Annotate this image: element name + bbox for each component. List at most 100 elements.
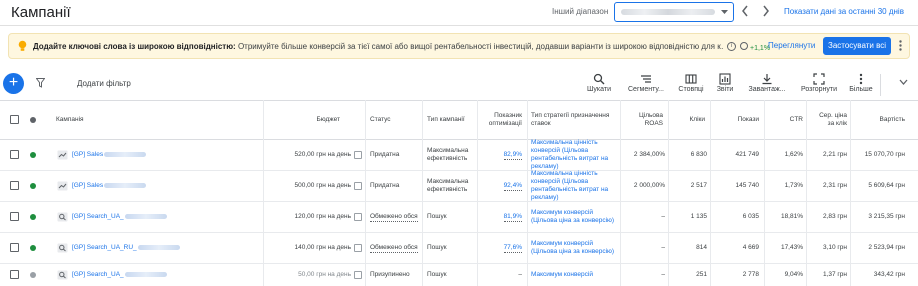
budget-chart-icon[interactable] xyxy=(354,213,362,221)
last-30-days-link[interactable]: Показати дані за останні 30 днів xyxy=(784,7,904,16)
bid-strategy-link[interactable]: Максимум конверсій xyxy=(531,271,593,279)
budget-chart-icon[interactable] xyxy=(354,182,362,190)
table-row[interactable]: [GP] Sales 500,00 грн на день Придатна М… xyxy=(0,170,918,202)
campaign-name-link[interactable]: [GP] Search_UA_ xyxy=(72,213,167,220)
add-filter-button[interactable]: Додати фільтр xyxy=(77,79,131,88)
row-checkbox[interactable] xyxy=(10,212,19,221)
segment-tool-button[interactable]: Сегменту... xyxy=(624,73,668,93)
campaign-name-link[interactable]: [GP] Search_UA_ xyxy=(72,271,167,278)
review-button[interactable]: Переглянути xyxy=(768,41,815,50)
banner-more-button[interactable] xyxy=(899,40,902,54)
impressions-cell: 4 669 xyxy=(742,244,759,251)
budget-cell[interactable]: 520,00 грн на день xyxy=(263,140,365,170)
optimization-score-link[interactable]: 77,6% xyxy=(503,244,522,253)
status-enabled-dot[interactable] xyxy=(30,183,36,189)
ctr-cell: 18,81% xyxy=(780,213,803,220)
campaign-name-link[interactable]: [GP] Search_UA_RU_ xyxy=(72,244,180,251)
column-budget[interactable]: Бюджет xyxy=(263,101,343,139)
add-campaign-button[interactable]: + xyxy=(3,73,24,94)
status-paused-dot[interactable] xyxy=(30,272,36,278)
column-ctr[interactable]: CTR xyxy=(764,101,806,139)
ctr-cell: 1,62% xyxy=(784,151,803,158)
optimization-score-cell[interactable]: 92,4% xyxy=(479,171,525,201)
column-bid-strategy[interactable]: Тип стратегії призначення ставок xyxy=(528,101,618,139)
avg-cpc-cell: 1,37 грн xyxy=(822,271,847,278)
bid-strategy-link[interactable]: Максимальна цінність конверсій (Цільова … xyxy=(531,170,615,202)
search-tool-button[interactable]: Шукати xyxy=(587,73,611,93)
cost-cell: 5 609,64 грн xyxy=(868,182,905,189)
next-period-button[interactable] xyxy=(762,5,770,20)
campaign-name-link[interactable]: [GP] Sales xyxy=(72,151,147,158)
column-target-roas[interactable]: Цільова ROAS xyxy=(622,101,666,139)
segment-icon xyxy=(641,75,651,83)
column-optimization-score[interactable]: Показник оптимізації xyxy=(479,101,525,139)
optimization-score-link[interactable]: 82,9% xyxy=(503,151,522,160)
optimization-score-cell[interactable]: 81,9% xyxy=(479,202,525,232)
optimization-score-cell[interactable]: 77,6% xyxy=(479,233,525,263)
bid-strategy-link[interactable]: Максимум конверсій (Цільова ціна за конв… xyxy=(531,209,615,225)
expand-tool-label: Розгорнути xyxy=(800,86,838,93)
column-campaign-type[interactable]: Тип кампанії xyxy=(424,101,476,139)
budget-cell[interactable]: 50,00 грн на день xyxy=(263,264,365,286)
previous-period-button[interactable] xyxy=(741,5,749,20)
optimization-score-link[interactable]: 81,9% xyxy=(503,213,522,222)
reports-tool-button[interactable]: Звіти xyxy=(713,73,737,93)
download-tool-button[interactable]: Завантаж... xyxy=(745,73,789,93)
budget-cell[interactable]: 140,00 грн на день xyxy=(263,233,365,263)
column-campaign[interactable]: Кампанія xyxy=(53,101,233,139)
expand-tool-button[interactable]: Розгорнути xyxy=(797,73,841,93)
column-cost[interactable]: Вартість xyxy=(852,101,908,139)
status-cell[interactable]: Обмежено обся xyxy=(367,202,422,232)
optimization-score-cell[interactable]: 82,9% xyxy=(479,140,525,170)
bid-strategy-link[interactable]: Максимум конверсій (Цільова ціна за конв… xyxy=(531,240,615,256)
column-avg-cpc[interactable]: Сер. ціна за клік xyxy=(808,101,850,139)
budget-cell[interactable]: 500,00 грн на день xyxy=(263,171,365,201)
status-enabled-dot[interactable] xyxy=(30,245,36,251)
date-range-picker[interactable] xyxy=(614,2,734,22)
apply-all-button[interactable]: Застосувати всі xyxy=(823,37,891,55)
budget-cell[interactable]: 120,00 грн на день xyxy=(263,202,365,232)
table-row[interactable]: [GP] Search_UA_RU_ 140,00 грн на день Об… xyxy=(0,233,918,264)
status-enabled-dot[interactable] xyxy=(30,214,36,220)
cost-cell: 2 523,94 грн xyxy=(868,244,905,251)
table-row[interactable]: [GP] Search_UA_ 120,00 грн на день Обмеж… xyxy=(0,202,918,233)
status-cell[interactable]: Обмежено обся xyxy=(367,233,422,263)
bid-strategy-cell[interactable]: Максимум конверсій xyxy=(528,264,618,286)
ctr-cell: 17,43% xyxy=(780,244,803,251)
column-status[interactable]: Статус xyxy=(367,101,422,139)
status-cell: Придатна xyxy=(370,182,400,189)
row-checkbox[interactable] xyxy=(10,270,19,279)
bid-strategy-cell[interactable]: Максимум конверсій (Цільова ціна за конв… xyxy=(528,233,618,263)
campaign-name: [GP] Search_UA_RU_ xyxy=(72,244,137,251)
column-impressions[interactable]: Покази xyxy=(712,101,762,139)
bid-strategy-link[interactable]: Максимальна цінність конверсій (Цільова … xyxy=(531,139,615,171)
columns-tool-button[interactable]: Стовпці xyxy=(678,73,704,93)
row-checkbox[interactable] xyxy=(10,181,19,190)
status-enabled-dot[interactable] xyxy=(30,152,36,158)
optimization-score-link[interactable]: 92,4% xyxy=(503,182,522,191)
row-checkbox[interactable] xyxy=(10,243,19,252)
budget-chart-icon[interactable] xyxy=(354,244,362,252)
status-limited-text[interactable]: Обмежено обся xyxy=(370,244,418,253)
status-limited-text[interactable]: Обмежено обся xyxy=(370,213,418,222)
more-tool-button[interactable]: Більше xyxy=(847,73,875,93)
redacted-text xyxy=(124,213,167,219)
row-checkbox[interactable] xyxy=(10,150,19,159)
table-row[interactable]: [GP] Sales 520,00 грн на день Придатна М… xyxy=(0,139,918,171)
filter-icon[interactable] xyxy=(36,78,45,88)
column-clicks[interactable]: Кліки xyxy=(670,101,708,139)
download-tool-label: Завантаж... xyxy=(748,86,786,93)
avg-cpc-cell: 3,10 грн xyxy=(822,244,847,251)
campaign-name-link[interactable]: [GP] Sales xyxy=(72,182,147,189)
bid-strategy-cell[interactable]: Максимум конверсій (Цільова ціна за конв… xyxy=(528,202,618,232)
select-all-checkbox[interactable] xyxy=(10,115,19,124)
search-icon xyxy=(593,73,605,85)
bid-strategy-cell[interactable]: Максимальна цінність конверсій (Цільова … xyxy=(528,139,618,171)
collapse-toolbar-button[interactable] xyxy=(899,77,908,87)
bid-strategy-cell[interactable]: Максимальна цінність конверсій (Цільова … xyxy=(528,170,618,202)
budget-chart-icon[interactable] xyxy=(354,271,362,279)
budget-chart-icon[interactable] xyxy=(354,151,362,159)
campaign-type-cell: Пошук xyxy=(427,271,447,278)
table-row[interactable]: [GP] Search_UA_ 50,00 грн на день Призуп… xyxy=(0,264,918,286)
info-icon[interactable]: i xyxy=(727,42,736,51)
